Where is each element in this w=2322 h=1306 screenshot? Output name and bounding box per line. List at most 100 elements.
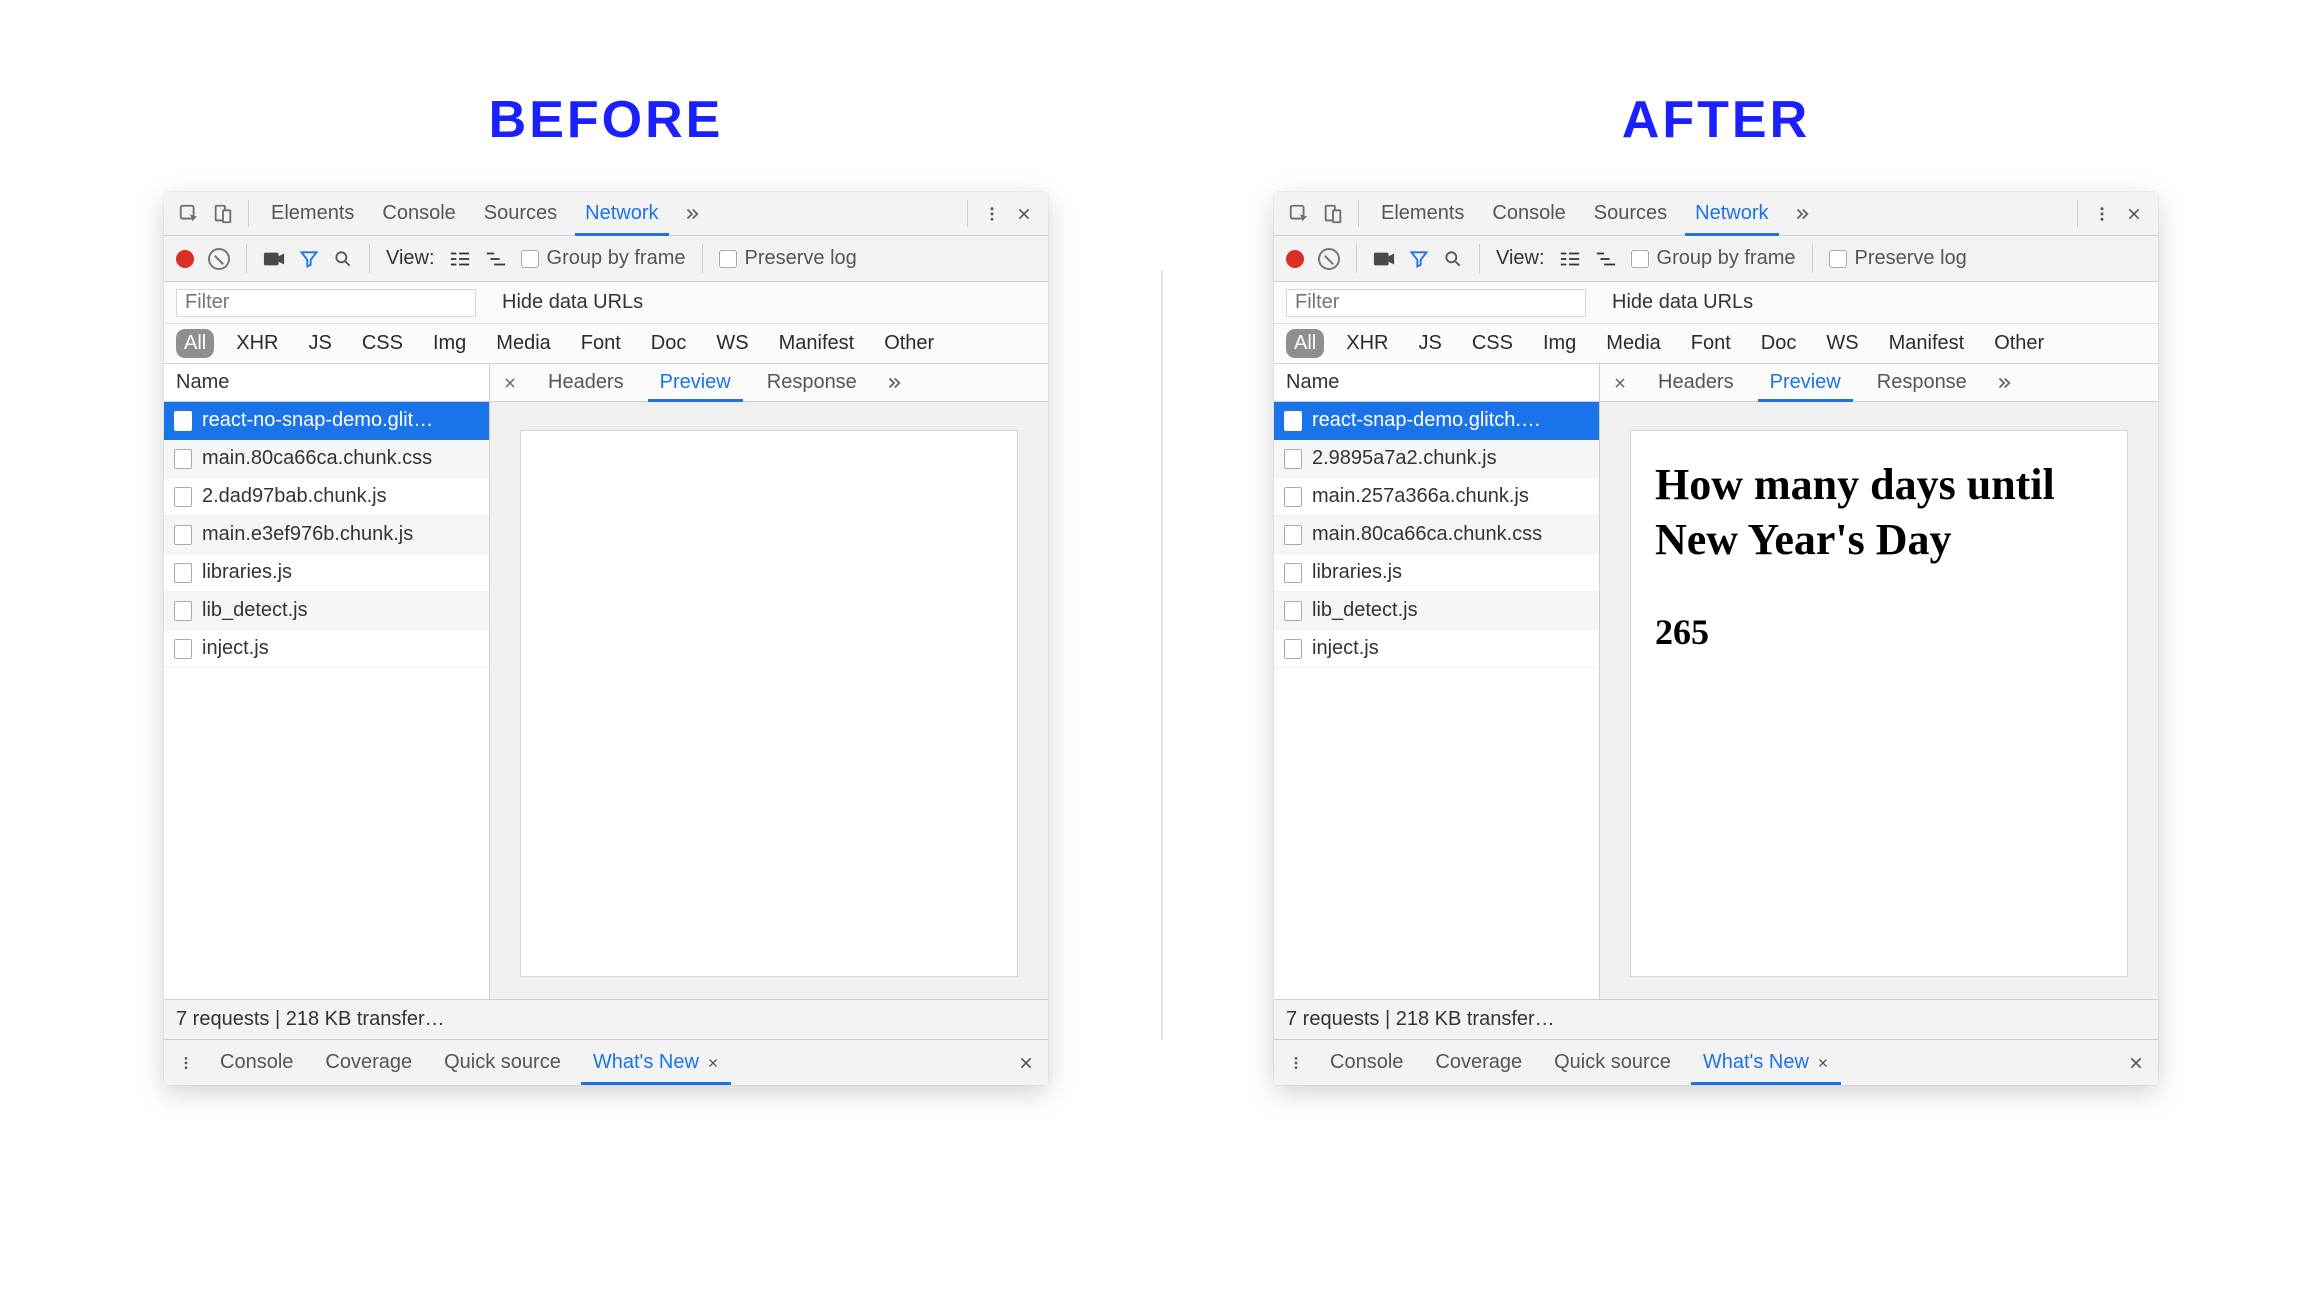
record-icon[interactable] <box>1286 250 1304 268</box>
search-icon[interactable] <box>1443 249 1463 269</box>
close-detail-icon[interactable] <box>1600 364 1640 401</box>
type-filter-img[interactable]: Img <box>425 329 474 358</box>
detail-tab-preview[interactable]: Preview <box>1752 364 1859 401</box>
waterfall-icon[interactable] <box>1595 250 1617 268</box>
camera-icon[interactable] <box>263 250 285 268</box>
request-row[interactable]: inject.js <box>1274 630 1599 668</box>
request-row[interactable]: libraries.js <box>1274 554 1599 592</box>
search-icon[interactable] <box>333 249 353 269</box>
type-filter-xhr[interactable]: XHR <box>228 329 286 358</box>
device-toggle-icon[interactable] <box>206 192 240 235</box>
drawer-tab-console[interactable]: Console <box>204 1040 309 1085</box>
clear-icon[interactable] <box>208 248 230 270</box>
tab-sources[interactable]: Sources <box>1580 192 1681 235</box>
type-filter-media[interactable]: Media <box>1598 329 1668 358</box>
clear-icon[interactable] <box>1318 248 1340 270</box>
close-drawer-icon[interactable] <box>2118 1040 2154 1085</box>
type-filter-all[interactable]: All <box>176 329 214 358</box>
drawer-tab-whatsnew[interactable]: What's New <box>1687 1040 1845 1085</box>
type-filter-ws[interactable]: WS <box>708 329 756 358</box>
device-toggle-icon[interactable] <box>1316 192 1350 235</box>
request-row[interactable]: main.257a366a.chunk.js <box>1274 478 1599 516</box>
drawer-tab-coverage[interactable]: Coverage <box>309 1040 428 1085</box>
drawer-tab-console[interactable]: Console <box>1314 1040 1419 1085</box>
preserve-log-checkbox[interactable] <box>719 250 737 268</box>
detail-more-tabs-icon[interactable] <box>1985 364 2023 401</box>
waterfall-icon[interactable] <box>485 250 507 268</box>
type-filter-css[interactable]: CSS <box>354 329 411 358</box>
camera-icon[interactable] <box>1373 250 1395 268</box>
type-filter-font[interactable]: Font <box>1683 329 1739 358</box>
group-by-frame-checkbox[interactable] <box>521 250 539 268</box>
view-label: View: <box>386 247 435 270</box>
request-row[interactable]: lib_detect.js <box>164 592 489 630</box>
group-by-frame-checkbox[interactable] <box>1631 250 1649 268</box>
type-filter-manifest[interactable]: Manifest <box>771 329 863 358</box>
close-icon[interactable] <box>1817 1057 1829 1069</box>
more-tabs-icon[interactable] <box>673 192 711 235</box>
tab-network[interactable]: Network <box>1681 192 1782 235</box>
detail-tab-preview[interactable]: Preview <box>642 364 749 401</box>
type-filter-other[interactable]: Other <box>876 329 942 358</box>
detail-tab-headers[interactable]: Headers <box>1640 364 1752 401</box>
request-row[interactable]: react-no-snap-demo.glit… <box>164 402 489 440</box>
type-filter-manifest[interactable]: Manifest <box>1881 329 1973 358</box>
hide-data-urls-label: Hide data URLs <box>1612 291 1753 314</box>
detail-tab-headers[interactable]: Headers <box>530 364 642 401</box>
close-icon[interactable] <box>707 1057 719 1069</box>
tab-console[interactable]: Console <box>1478 192 1579 235</box>
request-row[interactable]: 2.dad97bab.chunk.js <box>164 478 489 516</box>
type-filter-ws[interactable]: WS <box>1818 329 1866 358</box>
inspect-icon[interactable] <box>172 192 206 235</box>
request-row[interactable]: lib_detect.js <box>1274 592 1599 630</box>
type-filter-js[interactable]: JS <box>1410 329 1449 358</box>
tab-console[interactable]: Console <box>368 192 469 235</box>
inspect-icon[interactable] <box>1282 192 1316 235</box>
request-row[interactable]: react-snap-demo.glitch.… <box>1274 402 1599 440</box>
drawer-kebab-icon[interactable] <box>1278 1040 1314 1085</box>
tab-elements[interactable]: Elements <box>1367 192 1478 235</box>
filter-input[interactable] <box>176 289 476 317</box>
drawer-tab-quicksource[interactable]: Quick source <box>1538 1040 1687 1085</box>
tab-elements[interactable]: Elements <box>257 192 368 235</box>
kebab-menu-icon[interactable] <box>2086 192 2118 235</box>
type-filter-css[interactable]: CSS <box>1464 329 1521 358</box>
drawer-tab-coverage[interactable]: Coverage <box>1419 1040 1538 1085</box>
large-rows-icon[interactable] <box>449 250 471 268</box>
tab-sources[interactable]: Sources <box>470 192 571 235</box>
filter-funnel-icon[interactable] <box>1409 249 1429 269</box>
type-filter-font[interactable]: Font <box>573 329 629 358</box>
close-devtools-icon[interactable] <box>2118 192 2150 235</box>
filter-input[interactable] <box>1286 289 1586 317</box>
request-row[interactable]: 2.9895a7a2.chunk.js <box>1274 440 1599 478</box>
request-row[interactable]: inject.js <box>164 630 489 668</box>
filter-funnel-icon[interactable] <box>299 249 319 269</box>
type-filter-doc[interactable]: Doc <box>1753 329 1805 358</box>
type-filter-js[interactable]: JS <box>300 329 339 358</box>
drawer-kebab-icon[interactable] <box>168 1040 204 1085</box>
close-detail-icon[interactable] <box>490 364 530 401</box>
record-icon[interactable] <box>176 250 194 268</box>
request-row[interactable]: main.80ca66ca.chunk.css <box>1274 516 1599 554</box>
detail-tab-response[interactable]: Response <box>749 364 875 401</box>
close-drawer-icon[interactable] <box>1008 1040 1044 1085</box>
type-filter-all[interactable]: All <box>1286 329 1324 358</box>
more-tabs-icon[interactable] <box>1783 192 1821 235</box>
type-filter-media[interactable]: Media <box>488 329 558 358</box>
type-filter-other[interactable]: Other <box>1986 329 2052 358</box>
tab-network[interactable]: Network <box>571 192 672 235</box>
type-filter-doc[interactable]: Doc <box>643 329 695 358</box>
drawer-tab-whatsnew[interactable]: What's New <box>577 1040 735 1085</box>
request-row[interactable]: main.e3ef976b.chunk.js <box>164 516 489 554</box>
kebab-menu-icon[interactable] <box>976 192 1008 235</box>
request-row[interactable]: main.80ca66ca.chunk.css <box>164 440 489 478</box>
detail-tab-response[interactable]: Response <box>1859 364 1985 401</box>
large-rows-icon[interactable] <box>1559 250 1581 268</box>
type-filter-xhr[interactable]: XHR <box>1338 329 1396 358</box>
detail-more-tabs-icon[interactable] <box>875 364 913 401</box>
preserve-log-checkbox[interactable] <box>1829 250 1847 268</box>
drawer-tab-quicksource[interactable]: Quick source <box>428 1040 577 1085</box>
type-filter-img[interactable]: Img <box>1535 329 1584 358</box>
request-row[interactable]: libraries.js <box>164 554 489 592</box>
close-devtools-icon[interactable] <box>1008 192 1040 235</box>
